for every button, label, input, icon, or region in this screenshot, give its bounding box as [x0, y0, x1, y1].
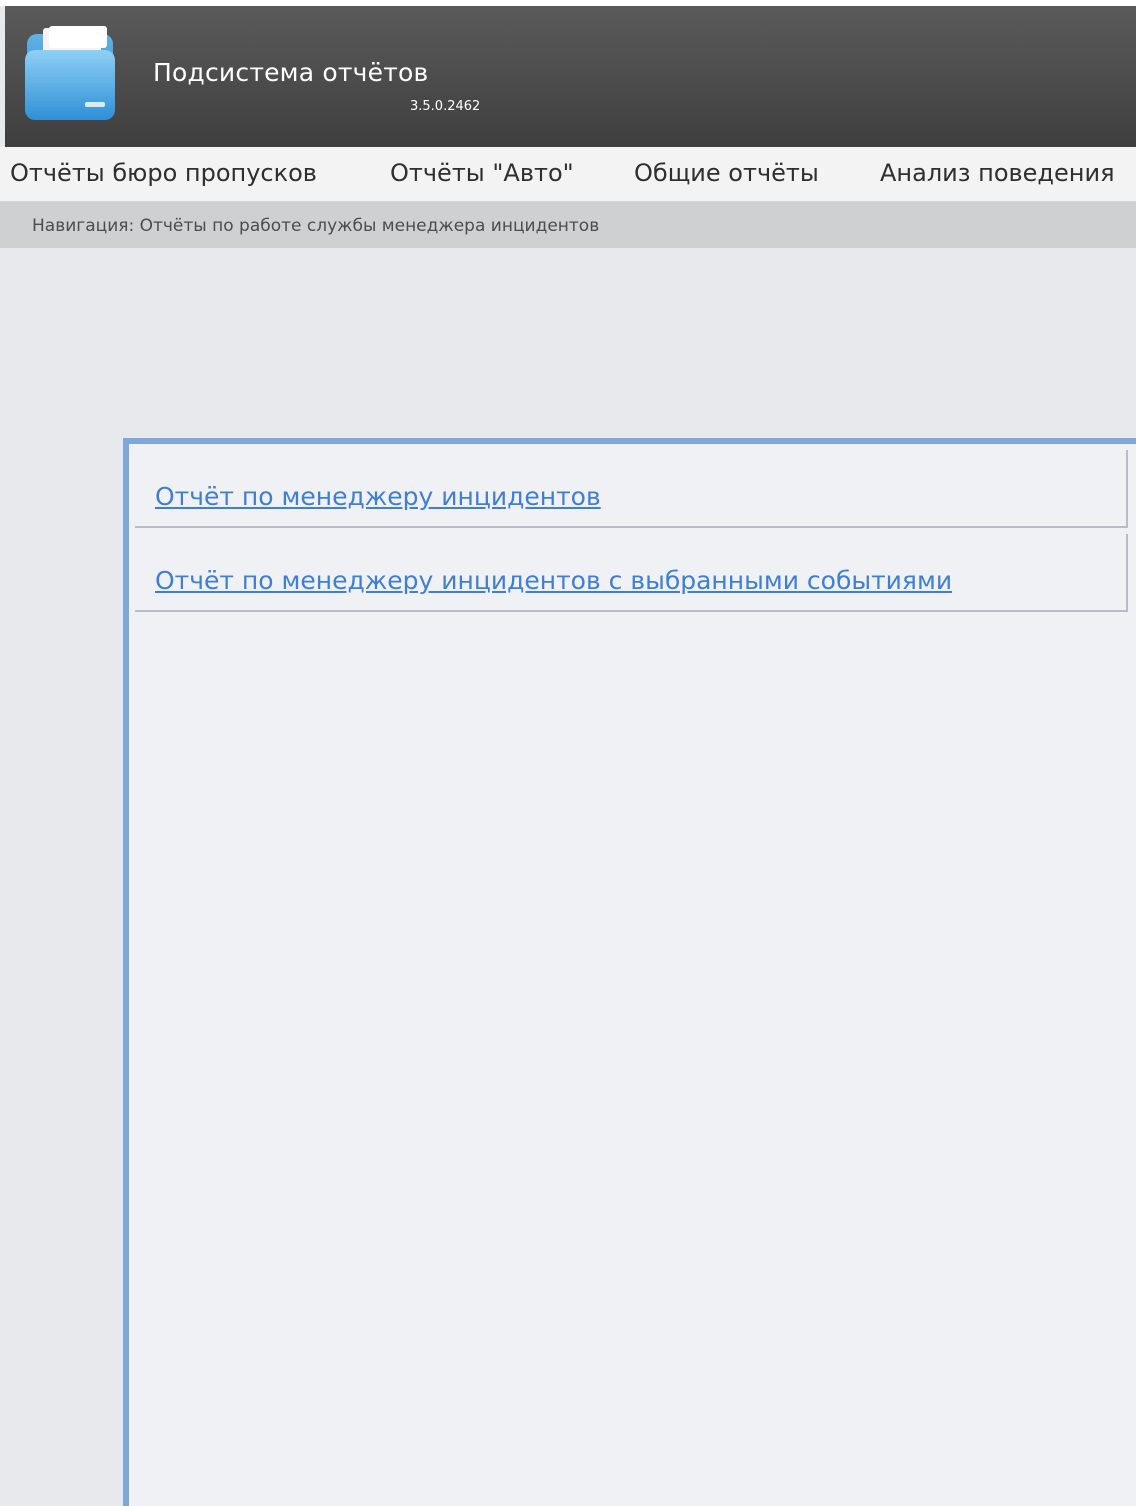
menu-item-general-reports[interactable]: Общие отчёты — [634, 159, 819, 187]
menu-item-auto-reports[interactable]: Отчёты "Авто" — [390, 159, 574, 187]
app-title: Подсистема отчётов — [153, 58, 429, 87]
reports-panel: Отчёт по менеджеру инцидентов Отчёт по м… — [123, 438, 1136, 1506]
app-header: Подсистема отчётов 3.5.0.2462 — [5, 6, 1136, 147]
app-version: 3.5.0.2462 — [410, 99, 481, 114]
main-menu: Отчёты бюро пропусков Отчёты "Авто" Общи… — [0, 147, 1136, 202]
report-link-incident-manager-selected-events[interactable]: Отчёт по менеджеру инцидентов с выбранны… — [155, 566, 952, 595]
report-link-incident-manager[interactable]: Отчёт по менеджеру инцидентов — [155, 482, 601, 511]
folder-icon — [23, 26, 119, 126]
menu-item-behavior-analysis[interactable]: Анализ поведения — [880, 159, 1115, 187]
breadcrumb: Навигация: Отчёты по работе службы менед… — [32, 216, 600, 236]
report-list-item: Отчёт по менеджеру инцидентов — [135, 450, 1128, 528]
breadcrumb-bar: Навигация: Отчёты по работе службы менед… — [0, 202, 1136, 248]
report-list-item: Отчёт по менеджеру инцидентов с выбранны… — [135, 534, 1128, 612]
menu-item-pass-bureau-reports[interactable]: Отчёты бюро пропусков — [10, 159, 317, 187]
